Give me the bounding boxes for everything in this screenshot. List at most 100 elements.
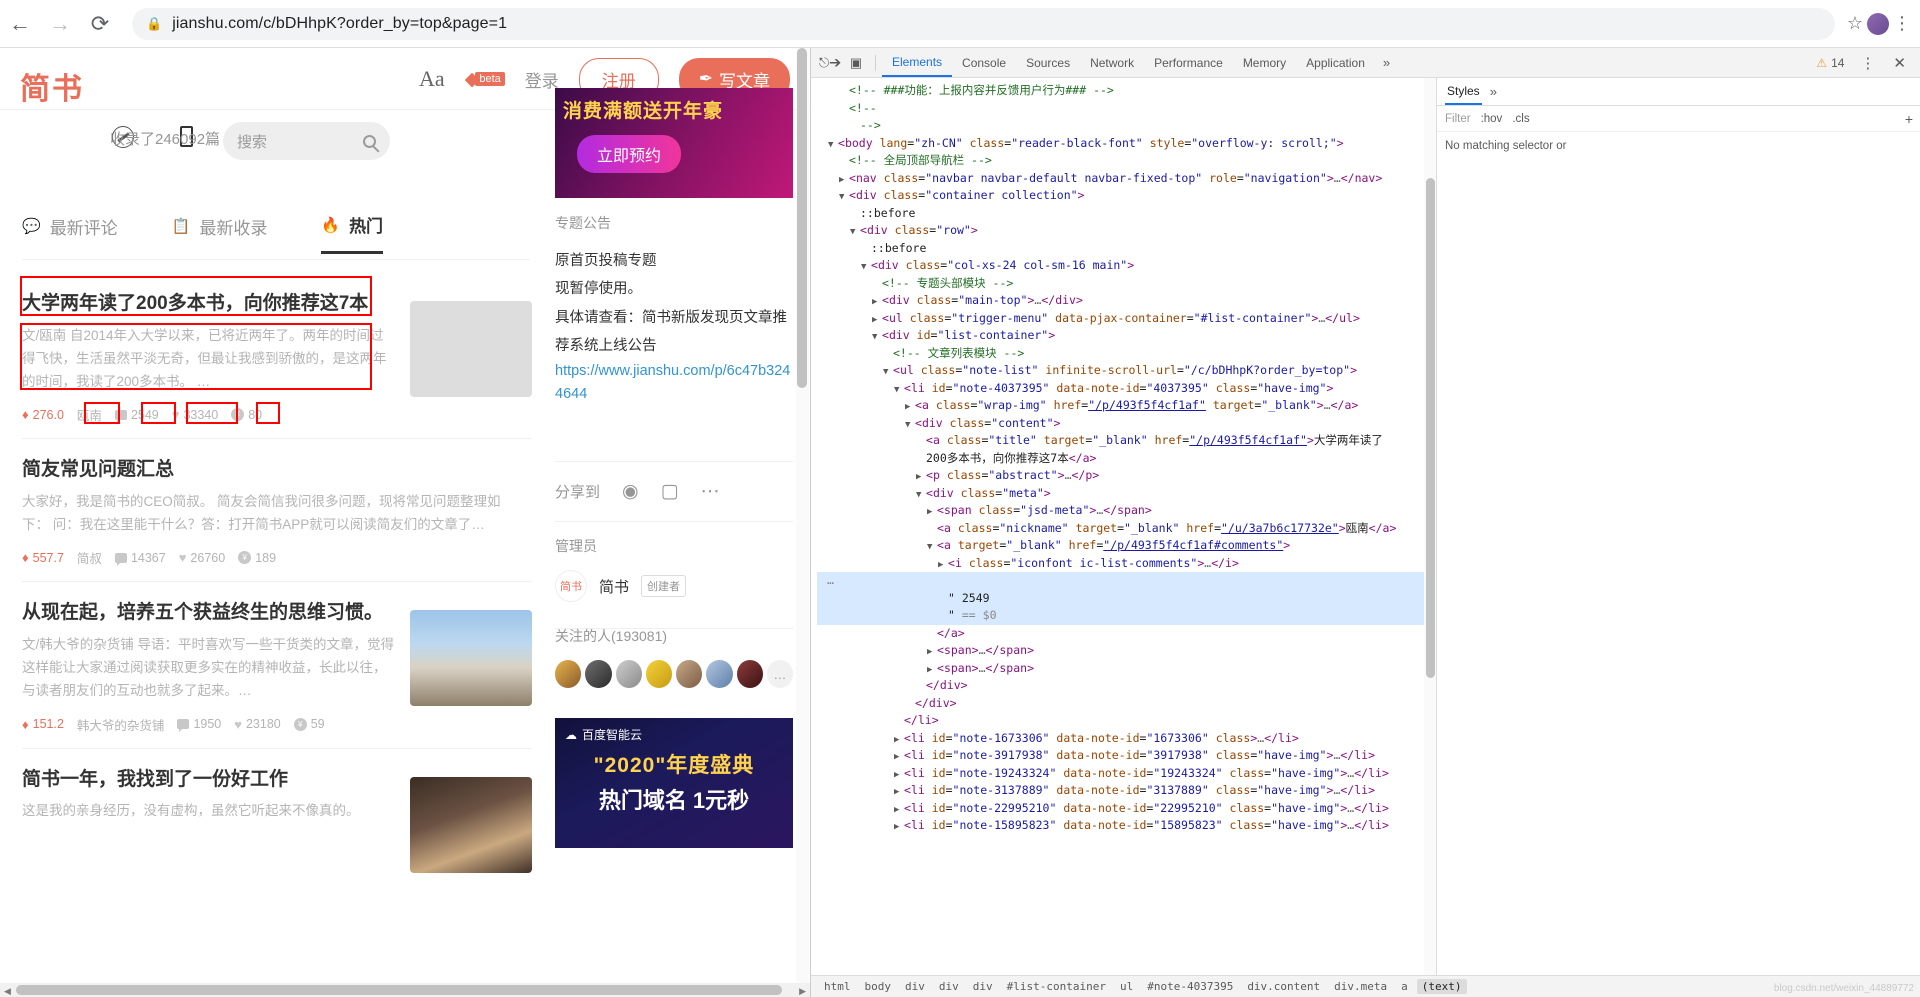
hov-toggle[interactable]: :hov (1481, 113, 1503, 125)
note-likes-stat[interactable]: ♥ 23180 (234, 717, 280, 732)
forward-button[interactable]: → (40, 4, 80, 44)
note-title[interactable]: 简友常见问题汇总 (22, 457, 527, 484)
avatar[interactable]: 简书 (555, 570, 587, 602)
avatar[interactable] (676, 660, 703, 688)
dom-tree-line[interactable]: ▼ <div class="col-xs-24 col-sm-16 main"> (817, 257, 1436, 275)
dom-tree-line[interactable]: ▶ <nav class="navbar navbar-default navba… (817, 170, 1436, 188)
dom-tree-line[interactable]: <!-- ###功能：上报内容并反馈用户行为### --> (817, 82, 1436, 100)
address-bar[interactable]: 🔒 jianshu.com/c/bDHhpK?order_by=top&page… (132, 7, 1835, 40)
tab-memory[interactable]: Memory (1233, 50, 1296, 76)
list-item[interactable]: 简书一年，我找到了一份好工作 这是我的亲身经历，没有虚构，虽然它听起来不像真的。 (22, 749, 532, 889)
page-vertical-scrollbar[interactable] (796, 48, 809, 997)
dom-tree-line[interactable]: ::before (817, 205, 1436, 223)
admin-row[interactable]: 简书 简书 创建者 (555, 570, 793, 602)
breadcrumb-item[interactable]: (text) (1416, 979, 1467, 994)
dom-tree-line[interactable]: ▼ <div class="row"> (817, 222, 1436, 240)
close-icon[interactable]: ✕ (1885, 54, 1914, 72)
admin-name[interactable]: 简书 (599, 576, 629, 597)
page-horizontal-scrollbar-thumb[interactable] (16, 985, 782, 995)
dom-tree-line[interactable]: 200多本书，向你推荐这7本</a> (817, 450, 1436, 468)
dom-tree-line[interactable]: ::before (817, 240, 1436, 258)
scroll-left-arrow[interactable]: ◀ (4, 986, 11, 997)
dom-tree-line[interactable]: ▼ <div class="content"> (817, 415, 1436, 433)
breadcrumb-item[interactable]: html (819, 979, 856, 994)
dom-tree-line[interactable]: ▶ <li id="note-15895823" data-note-id="15… (817, 817, 1436, 835)
dom-tree-line[interactable]: " 2549 (817, 589, 1436, 607)
profile-avatar[interactable] (1867, 12, 1889, 35)
site-logo[interactable]: 简书 (20, 64, 84, 108)
note-likes-stat[interactable]: ♥ 26760 (179, 550, 225, 565)
device-toolbar-icon[interactable]: ▣ (843, 51, 869, 75)
breadcrumb-item[interactable]: div.meta (1329, 979, 1392, 994)
login-link[interactable]: 登录 (525, 67, 559, 92)
avatar[interactable] (736, 660, 763, 688)
dom-tree-line[interactable]: ▶ <li id="note-3917938" data-note-id="391… (817, 747, 1436, 765)
dom-tree-line[interactable]: <a class="title" target="_blank" href="/… (817, 432, 1436, 450)
dom-tree-line[interactable]: ▶ <span>…</span> (817, 660, 1436, 678)
dom-tree-line[interactable]: ▶ <i class="iconfont ic-list-comments">…<… (817, 555, 1436, 573)
note-rewards-stat[interactable]: ¥189 (238, 551, 276, 565)
inspect-icon[interactable]: ⎋➔ (817, 51, 843, 75)
weibo-icon[interactable]: ◉ (622, 480, 639, 503)
dom-tree-line[interactable]: ▶ <li id="note-19243324" data-note-id="19… (817, 765, 1436, 783)
note-likes-stat[interactable]: ♥ 33340 (172, 407, 218, 422)
beta-feature-button[interactable]: ◆ beta (465, 70, 505, 89)
page-horizontal-scrollbar[interactable]: ◀ ▶ (0, 983, 810, 997)
note-rewards-stat[interactable]: ¥80 (231, 408, 262, 422)
notice-link[interactable]: https://www.jianshu.com/p/6c47b3244644 (555, 360, 793, 406)
note-title[interactable]: 大学两年读了200多本书，向你推荐这7本 (22, 291, 394, 318)
sidebar-ad-banner-1[interactable]: 消费满额送开年豪 立即预约 (555, 88, 793, 198)
list-item[interactable]: 从现在起，培养五个获益终生的思维习惯。 文/韩大爷的杂货铺 导语：平时喜欢写一些… (22, 582, 532, 749)
dom-tree-line[interactable]: ▼ <ul class="note-list" infinite-scroll-u… (817, 362, 1436, 380)
dom-tree-scrollbar-thumb[interactable] (1426, 178, 1435, 678)
dom-tree-line[interactable]: ▶ <li id="note-3137889" data-note-id="313… (817, 782, 1436, 800)
dom-tree-line[interactable]: … (817, 572, 1436, 590)
dom-tree-line[interactable]: <!-- (817, 100, 1436, 118)
note-title[interactable]: 从现在起，培养五个获益终生的思维习惯。 (22, 600, 394, 627)
tab-performance[interactable]: Performance (1144, 50, 1233, 76)
avatar[interactable] (706, 660, 733, 688)
note-comments-stat[interactable]: 14367 (114, 551, 166, 566)
breadcrumb-item[interactable]: #list-container (1002, 979, 1111, 994)
more-icon[interactable]: ⋯ (701, 480, 720, 503)
dom-tree-line[interactable]: " == $0 (817, 607, 1436, 625)
avatar[interactable] (615, 660, 642, 688)
avatar[interactable] (555, 660, 582, 688)
dom-tree-line[interactable]: ▶ <li id="note-22995210" data-note-id="22… (817, 800, 1436, 818)
styles-more-icon[interactable]: » (1490, 84, 1497, 99)
note-author[interactable]: 简叔 (77, 548, 102, 567)
note-title[interactable]: 简书一年，我找到了一份好工作 (22, 767, 394, 794)
dom-tree[interactable]: <!-- ###功能：上报内容并反馈用户行为### --> <!-- --> ▼ <bo… (811, 78, 1436, 835)
dom-tree-line[interactable]: ▼ <div class="meta"> (817, 485, 1436, 503)
tab-latest-collected[interactable]: 📋 最新收录 (172, 212, 268, 254)
note-rewards-stat[interactable]: ¥59 (293, 717, 325, 731)
tab-console[interactable]: Console (952, 50, 1016, 76)
dom-tree-line[interactable]: ▶ <a class="wrap-img" href="/p/493f5f4cf1… (817, 397, 1436, 415)
dom-tree-line[interactable]: </a> (817, 625, 1436, 643)
dom-tree-line[interactable]: </div> (817, 695, 1436, 713)
dom-tree-line[interactable]: ▼ <body lang="zh-CN" class="reader-black-… (817, 135, 1436, 153)
breadcrumb-item[interactable]: ul (1115, 979, 1138, 994)
dom-tree-line[interactable]: <!-- 专题头部模块 --> (817, 275, 1436, 293)
dom-tree-line[interactable]: ▶ <span class="jsd-meta">…</span> (817, 502, 1436, 520)
tab-hot[interactable]: 🔥 热门 (321, 212, 384, 254)
note-thumbnail[interactable] (410, 610, 532, 707)
warning-count-badge[interactable]: ⚠ 14 (1810, 56, 1850, 70)
font-size-icon[interactable]: Aa (419, 66, 445, 92)
dom-tree-line[interactable]: ▶ <div class="main-top">…</div> (817, 292, 1436, 310)
more-tabs-icon[interactable]: » (1375, 55, 1398, 70)
tab-network[interactable]: Network (1080, 50, 1144, 76)
dom-tree-line[interactable]: ▶ <li id="note-1673306" data-note-id="167… (817, 730, 1436, 748)
dom-tree-line[interactable]: <!-- 文章列表模块 --> (817, 345, 1436, 363)
note-thumbnail[interactable] (410, 301, 532, 397)
search-input[interactable]: 搜索 (223, 122, 390, 160)
dom-tree-line[interactable]: ▼ <div class="container collection"> (817, 187, 1436, 205)
note-thumbnail[interactable] (410, 776, 532, 873)
dom-tree-line[interactable]: <!-- 全局顶部导航栏 --> (817, 152, 1436, 170)
sidebar-ad-banner-2[interactable]: ☁ 百度智能云 "2020"年度盛典 热门域名 1元秒 (555, 718, 793, 848)
reload-button[interactable]: ⟳ (80, 4, 120, 44)
dom-tree-scrollbar[interactable] (1424, 78, 1436, 997)
tab-latest-comments[interactable]: 💬 最新评论 (22, 212, 118, 254)
note-comments-stat[interactable]: 2549 (114, 408, 159, 423)
styles-filter-input[interactable]: Filter (1445, 113, 1471, 125)
